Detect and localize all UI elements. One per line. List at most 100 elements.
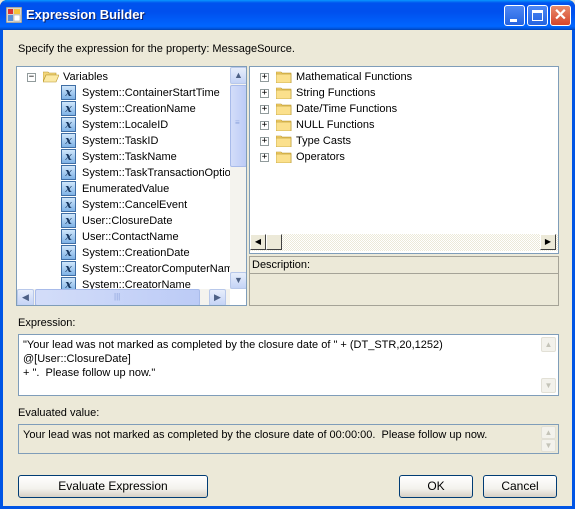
variable-item[interactable]: x EnumeratedValue [17, 181, 230, 197]
variable-label: System::CancelEvent [82, 199, 188, 211]
expression-builder-window: Expression Builder ✕ Specify the express… [0, 0, 575, 509]
variable-icon: x [61, 245, 76, 260]
function-category-label: Type Casts [296, 135, 352, 147]
scroll-left-button[interactable]: ◀ [250, 234, 266, 250]
folder-icon [276, 151, 292, 163]
window-title: Expression Builder [26, 7, 145, 22]
variable-label: System::CreationName [82, 103, 196, 115]
variable-label: User::ContactName [82, 231, 179, 243]
expand-icon[interactable]: + [260, 73, 269, 82]
dialog-client-area: Specify the expression for the property:… [3, 30, 572, 506]
expand-icon[interactable]: + [260, 121, 269, 130]
variable-label: System::TaskTransactionOption [82, 167, 237, 179]
variable-label: System::LocaleID [82, 119, 169, 131]
variable-item[interactable]: x System::CancelEvent [17, 197, 230, 213]
variable-icon: x [61, 133, 76, 148]
functions-tree[interactable]: + Mathematical Functions + String Functions… [249, 66, 559, 254]
function-category-item[interactable]: + String Functions [250, 85, 556, 101]
scroll-thumb[interactable] [266, 234, 282, 250]
variable-icon: x [61, 165, 76, 180]
variable-item[interactable]: x System::TaskTransactionOption [17, 165, 237, 181]
variable-icon: x [61, 85, 76, 100]
ok-button[interactable]: OK [399, 475, 473, 498]
function-category-item[interactable]: + Type Casts [250, 133, 556, 149]
collapse-icon[interactable]: − [27, 73, 36, 82]
title-bar[interactable]: Expression Builder ✕ [0, 0, 575, 30]
evaluated-value-text: Your lead was not marked as completed by… [23, 429, 488, 441]
function-category-item[interactable]: + Date/Time Functions [250, 101, 556, 117]
function-category-item[interactable]: + Operators [250, 149, 556, 165]
expression-label: Expression: [18, 317, 76, 329]
function-category-label: Operators [296, 151, 345, 163]
maximize-button[interactable] [527, 5, 548, 26]
tree-node-label: Variables [63, 71, 109, 83]
scroll-right-button[interactable]: ▶ [540, 234, 556, 250]
open-folder-icon [43, 71, 59, 83]
variable-item[interactable]: x User::ContactName [17, 229, 230, 245]
tree-node-variables[interactable]: − Variables [17, 69, 232, 85]
minimize-button[interactable] [504, 5, 525, 26]
function-category-label: Date/Time Functions [296, 103, 398, 115]
scroll-thumb[interactable]: ||| [35, 289, 200, 305]
variable-label: System::TaskID [82, 135, 159, 147]
scroll-down-button[interactable]: ▼ [541, 439, 556, 452]
scroll-right-button[interactable]: ▶ [209, 289, 226, 305]
variable-label: System::ContainerStartTime [82, 87, 220, 99]
description-divider [250, 273, 558, 274]
expression-input[interactable]: "Your lead was not marked as completed b… [18, 334, 559, 396]
variable-item[interactable]: x System::TaskID [17, 133, 230, 149]
grip-icon: ≡ [235, 118, 240, 127]
variable-item[interactable]: x System::LocaleID [17, 117, 230, 133]
function-category-item[interactable]: + NULL Functions [250, 117, 556, 133]
expand-icon[interactable]: + [260, 153, 269, 162]
variable-label: System::CreatorComputerName [82, 263, 240, 275]
variables-vertical-scrollbar[interactable]: ▲ ≡ ▼ [230, 67, 246, 289]
close-button[interactable]: ✕ [550, 5, 571, 26]
scroll-down-button[interactable]: ▼ [541, 378, 556, 393]
app-icon [6, 7, 22, 23]
expression-text: "Your lead was not marked as completed b… [23, 339, 443, 379]
variable-item[interactable]: x User::ClosureDate [17, 213, 230, 229]
variables-horizontal-scrollbar[interactable]: ◀ ||| ▶ [17, 289, 230, 305]
variable-icon: x [61, 261, 76, 276]
evaluate-expression-button[interactable]: Evaluate Expression [18, 475, 208, 498]
variables-tree[interactable]: − Variables x System::ContainerStartTime x… [16, 66, 247, 306]
maximize-icon [532, 10, 543, 21]
variable-icon: x [61, 213, 76, 228]
expand-icon[interactable]: + [260, 105, 269, 114]
variable-label: System::TaskName [82, 151, 177, 163]
expand-icon[interactable]: + [260, 137, 269, 146]
variable-label: EnumeratedValue [82, 183, 170, 195]
close-icon: ✕ [553, 7, 568, 24]
grip-icon: ||| [114, 292, 121, 301]
expand-icon[interactable]: + [260, 89, 269, 98]
scroll-thumb[interactable]: ≡ [230, 85, 246, 167]
variable-item[interactable]: x System::CreationName [17, 101, 230, 117]
function-category-item[interactable]: + Mathematical Functions [250, 69, 556, 85]
property-prompt: Specify the expression for the property:… [18, 43, 295, 55]
scroll-up-button[interactable]: ▲ [541, 337, 556, 352]
scroll-left-button[interactable]: ◀ [17, 289, 34, 305]
cancel-button[interactable]: Cancel [483, 475, 557, 498]
function-category-label: NULL Functions [296, 119, 375, 131]
variable-icon: x [61, 149, 76, 164]
variable-item[interactable]: x System::ContainerStartTime [17, 85, 230, 101]
scroll-down-button[interactable]: ▼ [230, 272, 246, 289]
functions-horizontal-scrollbar[interactable]: ◀ ▶ [250, 234, 558, 251]
folder-icon [276, 135, 292, 147]
scroll-up-button[interactable]: ▲ [230, 67, 246, 84]
folder-icon [276, 119, 292, 131]
evaluated-value-output: Your lead was not marked as completed by… [18, 424, 559, 454]
folder-icon [276, 87, 292, 99]
variable-item[interactable]: x System::TaskName [17, 149, 230, 165]
description-panel: Description: [249, 256, 559, 306]
folder-icon [276, 103, 292, 115]
variable-label: User::ClosureDate [82, 215, 173, 227]
variable-item[interactable]: x System::CreatorComputerName [17, 261, 239, 277]
function-category-label: Mathematical Functions [296, 71, 413, 83]
variable-icon: x [61, 229, 76, 244]
scroll-up-button[interactable]: ▲ [541, 426, 556, 439]
function-category-label: String Functions [296, 87, 376, 99]
variable-item[interactable]: x System::CreationDate [17, 245, 230, 261]
evaluated-value-label: Evaluated value: [18, 407, 100, 419]
